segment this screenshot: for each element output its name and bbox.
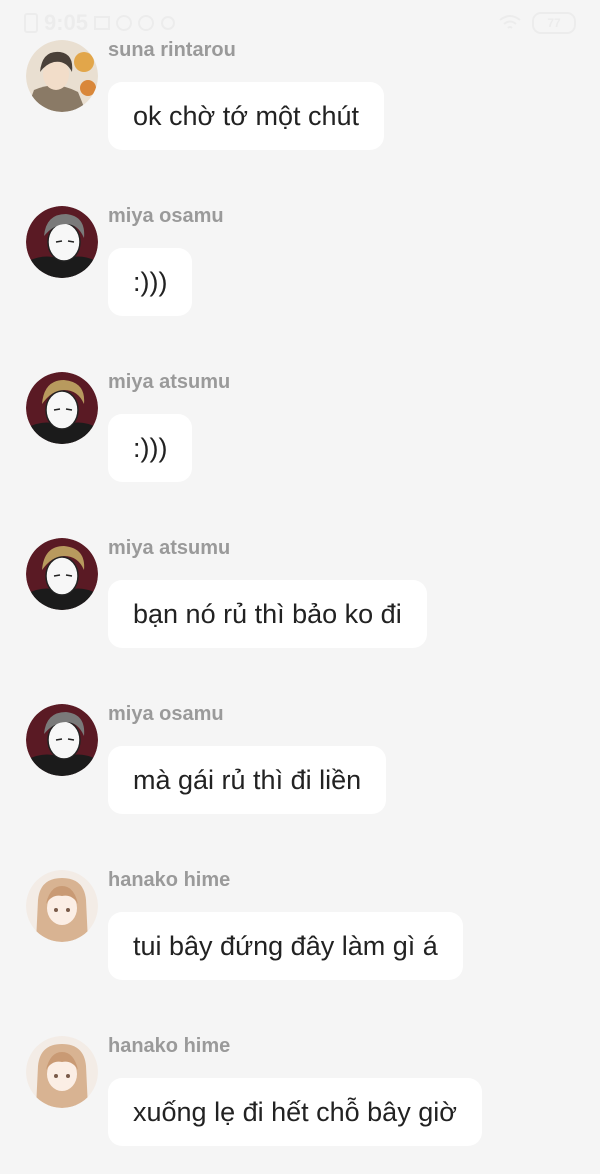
mail-icon [94, 16, 111, 30]
sender-name: miya atsumu [108, 371, 231, 393]
status-bar-right: 77 [498, 12, 576, 34]
suna-avatar[interactable] [26, 40, 98, 112]
chat-message: miya atsumu bạn nó rủ thì bảo ko đi [0, 536, 600, 666]
sender-name: hanako hime [108, 869, 231, 891]
status-time: 9:05 [44, 10, 89, 35]
sender-name: hanako hime [108, 1035, 231, 1057]
screenshot-icon [24, 12, 38, 34]
message-bubble[interactable]: ok chờ tớ một chút [108, 82, 384, 150]
messenger-icon-2 [138, 15, 155, 31]
chat-message: miya osamu :))) [0, 204, 600, 334]
hanako-avatar[interactable] [26, 870, 98, 942]
message-bubble[interactable]: tui bây đứng đây làm gì á [108, 912, 463, 980]
status-bar: 9:05 77 [0, 0, 600, 46]
messenger-icon [116, 15, 133, 31]
battery-icon: 77 [532, 12, 576, 34]
chat-message: hanako hime tui bây đứng đây làm gì á [0, 868, 600, 998]
chat-message: suna rintarou ok chờ tớ một chút [0, 38, 600, 168]
sender-name: miya osamu [108, 703, 224, 725]
osamu-avatar[interactable] [26, 704, 98, 776]
message-bubble[interactable]: xuống lẹ đi hết chỗ bây giờ [108, 1078, 482, 1146]
chat-list: suna rintarou ok chờ tớ một chút miya os… [0, 0, 600, 1174]
message-bubble[interactable]: mà gái rủ thì đi liền [108, 746, 387, 814]
atsumu-avatar[interactable] [26, 372, 98, 444]
battery-level: 77 [547, 16, 561, 30]
wifi-icon [498, 14, 522, 32]
message-bubble[interactable]: :))) [108, 248, 193, 316]
chat-message: hanako hime xuống lẹ đi hết chỗ bây giờ [0, 1034, 600, 1164]
notification-icon [160, 15, 176, 31]
sender-name: miya osamu [108, 205, 224, 227]
message-bubble[interactable]: bạn nó rủ thì bảo ko đi [108, 580, 427, 648]
message-bubble[interactable]: :))) [108, 414, 193, 482]
chat-message: miya osamu mà gái rủ thì đi liền [0, 702, 600, 832]
status-bar-left: 9:05 [24, 10, 176, 36]
sender-name: miya atsumu [108, 537, 231, 559]
hanako-avatar[interactable] [26, 1036, 98, 1108]
atsumu-avatar[interactable] [26, 538, 98, 610]
osamu-avatar[interactable] [26, 206, 98, 278]
chat-message: miya atsumu :))) [0, 370, 600, 500]
